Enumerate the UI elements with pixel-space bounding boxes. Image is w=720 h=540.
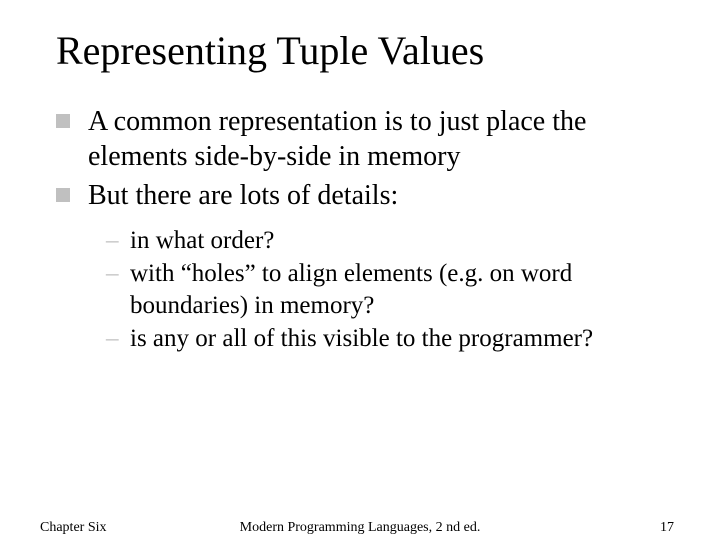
- sub-bullet-item: is any or all of this visible to the pro…: [106, 323, 670, 354]
- bullet-item: But there are lots of details:: [56, 178, 670, 213]
- slide: Representing Tuple Values A common repre…: [0, 0, 720, 540]
- slide-title: Representing Tuple Values: [56, 28, 670, 74]
- footer-book-title: Modern Programming Languages, 2 nd ed.: [0, 520, 720, 536]
- sub-bullet-item: in what order?: [106, 225, 670, 256]
- sub-bullet-list: in what order? with “holes” to align ele…: [56, 225, 670, 354]
- bullet-list: A common representation is to just place…: [56, 104, 670, 213]
- sub-bullet-item: with “holes” to align elements (e.g. on …: [106, 258, 670, 321]
- bullet-item: A common representation is to just place…: [56, 104, 670, 174]
- footer-page-number: 17: [660, 520, 674, 536]
